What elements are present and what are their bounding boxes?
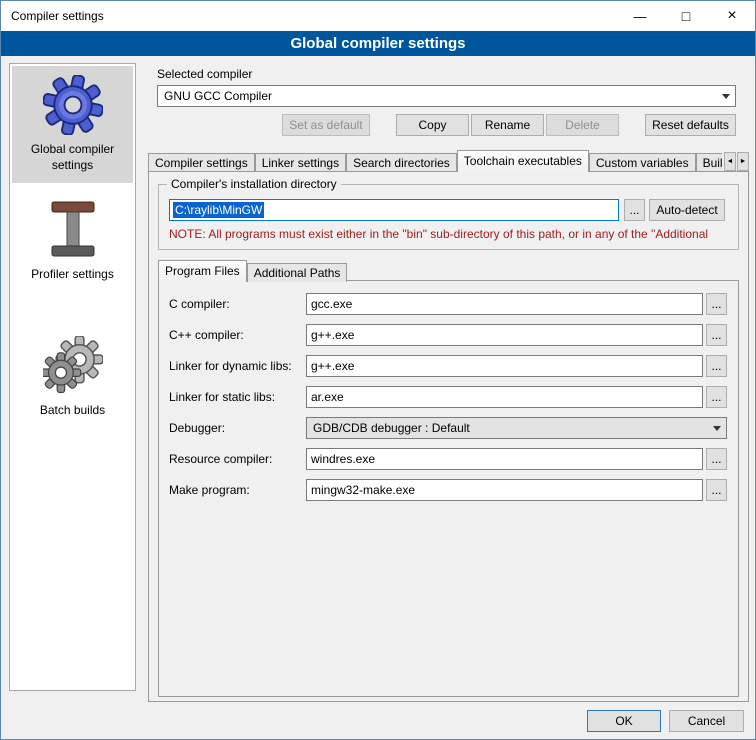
field-row-linker-dynamic: Linker for dynamic libs: ... [169, 355, 728, 377]
sidebar-item-label: Global compiler settings [14, 142, 131, 173]
tab-toolchain-executables[interactable]: Toolchain executables [457, 150, 589, 172]
ok-button[interactable]: OK [587, 710, 661, 732]
field-row-make-program: Make program: ... [169, 479, 728, 501]
copy-button[interactable]: Copy [396, 114, 469, 136]
settings-category-sidebar: Global compiler settings Profiler settin… [9, 63, 136, 691]
chevron-down-icon [708, 418, 726, 438]
selected-compiler-value: GNU GCC Compiler [164, 89, 272, 103]
toolchain-executables-panel: Compiler's installation directory C:\ray… [148, 171, 749, 702]
subtab-program-files[interactable]: Program Files [158, 260, 247, 282]
field-row-debugger: Debugger: GDB/CDB debugger : Default [169, 417, 728, 439]
tab-linker-settings[interactable]: Linker settings [255, 153, 346, 172]
chevron-down-icon [717, 86, 735, 106]
cpp-compiler-browse-button[interactable]: ... [706, 324, 727, 346]
maximize-button[interactable]: □ [663, 1, 709, 31]
debugger-value: GDB/CDB debugger : Default [313, 421, 470, 435]
selected-compiler-dropdown[interactable]: GNU GCC Compiler [157, 85, 736, 107]
tab-compiler-settings[interactable]: Compiler settings [148, 153, 255, 172]
close-button[interactable]: × [709, 1, 755, 31]
gray-gears-icon [42, 335, 104, 397]
linker-dynamic-label: Linker for dynamic libs: [169, 359, 306, 373]
resource-compiler-browse-button[interactable]: ... [706, 448, 727, 470]
subtab-additional-paths[interactable]: Additional Paths [247, 263, 348, 282]
reset-defaults-button[interactable]: Reset defaults [645, 114, 736, 136]
make-program-input[interactable] [306, 479, 703, 501]
blue-gear-icon [42, 74, 104, 136]
profiler-tool-icon [42, 199, 104, 261]
sidebar-item-global-compiler-settings[interactable]: Global compiler settings [12, 66, 133, 183]
close-icon: × [727, 7, 736, 25]
selected-compiler-label: Selected compiler [157, 67, 252, 81]
linker-static-browse-button[interactable]: ... [706, 386, 727, 408]
titlebar: Compiler settings — □ × [1, 1, 755, 31]
set-as-default-button[interactable]: Set as default [282, 114, 370, 136]
installation-directory-group: Compiler's installation directory C:\ray… [158, 184, 739, 250]
tab-search-directories[interactable]: Search directories [346, 153, 457, 172]
compiler-settings-window: Compiler settings — □ × Global compiler … [0, 0, 756, 740]
tab-scroll-controls: ◄ ► [722, 152, 749, 171]
tab-scroll-left-icon[interactable]: ◄ [724, 152, 736, 171]
make-program-browse-button[interactable]: ... [706, 479, 727, 501]
sidebar-item-batch-builds[interactable]: Batch builds [12, 327, 133, 429]
linker-static-label: Linker for static libs: [169, 390, 306, 404]
resource-compiler-input[interactable] [306, 448, 703, 470]
minimize-button[interactable]: — [617, 1, 663, 31]
installation-directory-group-label: Compiler's installation directory [167, 177, 341, 191]
resource-compiler-label: Resource compiler: [169, 452, 306, 466]
linker-dynamic-browse-button[interactable]: ... [706, 355, 727, 377]
linker-static-input[interactable] [306, 386, 703, 408]
page-title: Global compiler settings [1, 31, 755, 56]
installation-directory-browse-button[interactable]: ... [624, 199, 645, 221]
installation-directory-input[interactable]: C:\raylib\MinGW [169, 199, 619, 221]
installation-directory-selected-text: C:\raylib\MinGW [173, 202, 264, 218]
debugger-dropdown[interactable]: GDB/CDB debugger : Default [306, 417, 727, 439]
program-files-subtabbar: Program Files Additional Paths [158, 260, 347, 282]
debugger-label: Debugger: [169, 421, 306, 435]
settings-tabbar: Compiler settings Linker settings Search… [148, 150, 749, 172]
field-row-cpp-compiler: C++ compiler: ... [169, 324, 728, 346]
sidebar-item-label: Profiler settings [31, 267, 114, 283]
c-compiler-input[interactable] [306, 293, 703, 315]
make-program-label: Make program: [169, 483, 306, 497]
tab-scroll-right-icon[interactable]: ► [737, 152, 749, 171]
delete-button[interactable]: Delete [546, 114, 619, 136]
program-files-panel: C compiler: ... C++ compiler: ... Linker… [158, 280, 739, 697]
minimize-icon: — [634, 9, 647, 24]
sidebar-item-label: Batch builds [40, 403, 105, 419]
c-compiler-browse-button[interactable]: ... [706, 293, 727, 315]
maximize-icon: □ [682, 8, 690, 24]
cpp-compiler-label: C++ compiler: [169, 328, 306, 342]
cancel-button[interactable]: Cancel [669, 710, 744, 732]
tab-custom-variables[interactable]: Custom variables [589, 153, 696, 172]
cpp-compiler-input[interactable] [306, 324, 703, 346]
linker-dynamic-input[interactable] [306, 355, 703, 377]
window-title: Compiler settings [1, 9, 104, 23]
field-row-c-compiler: C compiler: ... [169, 293, 728, 315]
installation-note: NOTE: All programs must exist either in … [169, 227, 735, 241]
rename-button[interactable]: Rename [471, 114, 544, 136]
window-controls: — □ × [617, 1, 755, 31]
field-row-resource-compiler: Resource compiler: ... [169, 448, 728, 470]
c-compiler-label: C compiler: [169, 297, 306, 311]
auto-detect-button[interactable]: Auto-detect [649, 199, 725, 221]
sidebar-item-profiler-settings[interactable]: Profiler settings [12, 191, 133, 293]
field-row-linker-static: Linker for static libs: ... [169, 386, 728, 408]
